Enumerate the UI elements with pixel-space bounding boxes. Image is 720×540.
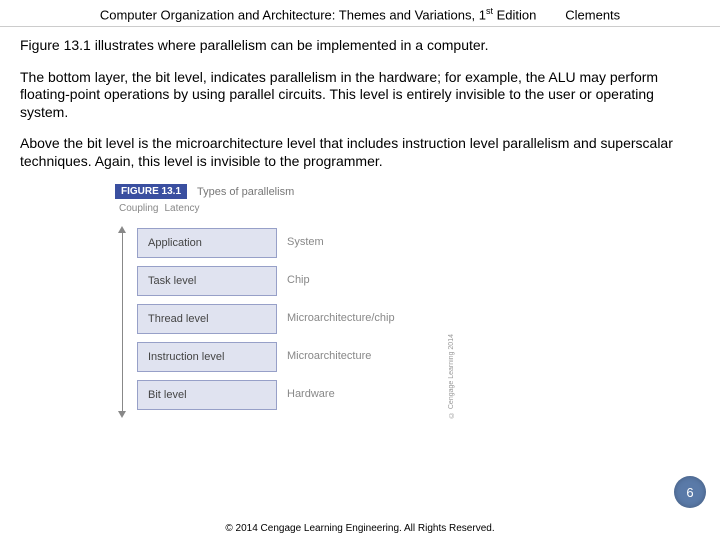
figure-header: FIGURE 13.1 Types of parallelism <box>115 184 605 199</box>
figure-row-left: Thread level <box>137 304 277 334</box>
double-arrow-icon <box>115 226 129 418</box>
book-title: Computer Organization and Architecture: … <box>100 7 486 22</box>
figure-credit-col: © Cengage Learning 2014 <box>445 214 457 418</box>
figure-label: FIGURE 13.1 <box>115 184 187 199</box>
axis-coupling: Coupling <box>119 203 158 214</box>
figure-row: Instruction levelMicroarchitecture <box>137 342 437 372</box>
figure-credit: © Cengage Learning 2014 <box>448 334 455 418</box>
paragraph-2: The bottom layer, the bit level, indicat… <box>20 69 700 122</box>
slide-header: Computer Organization and Architecture: … <box>0 0 720 27</box>
axis-latency: Latency <box>164 203 199 214</box>
figure-row-left: Instruction level <box>137 342 277 372</box>
page-number: 6 <box>686 485 693 500</box>
figure-row-right: Microarchitecture/chip <box>277 304 437 334</box>
paragraph-3: Above the bit level is the microarchitec… <box>20 135 700 170</box>
figure-axis-labels: Coupling Latency <box>115 203 605 214</box>
figure-row-left: Bit level <box>137 380 277 410</box>
page-number-badge: 6 <box>674 476 706 508</box>
figure-row-right: Microarchitecture <box>277 342 437 372</box>
figure-title: Types of parallelism <box>197 186 294 198</box>
paragraph-1: Figure 13.1 illustrates where parallelis… <box>20 37 700 55</box>
figure-row: Thread levelMicroarchitecture/chip <box>137 304 437 334</box>
figure-row: Bit levelHardware <box>137 380 437 410</box>
figure-row: Task levelChip <box>137 266 437 296</box>
figure-13-1: FIGURE 13.1 Types of parallelism Couplin… <box>115 184 605 418</box>
edition-text: Edition <box>493 7 536 22</box>
figure-row-right: System <box>277 228 437 258</box>
copyright-footer: © 2014 Cengage Learning Engineering. All… <box>0 523 720 534</box>
figure-row-left: Application <box>137 228 277 258</box>
figure-row-right: Hardware <box>277 380 437 410</box>
edition-super: st <box>486 6 493 16</box>
figure-table: ApplicationSystemTask levelChipThread le… <box>137 228 437 418</box>
figure-body: ApplicationSystemTask levelChipThread le… <box>115 214 605 418</box>
figure-row-left: Task level <box>137 266 277 296</box>
author-name: Clements <box>565 7 620 22</box>
figure-row-right: Chip <box>277 266 437 296</box>
slide-body: Figure 13.1 illustrates where parallelis… <box>0 27 720 418</box>
figure-row: ApplicationSystem <box>137 228 437 258</box>
